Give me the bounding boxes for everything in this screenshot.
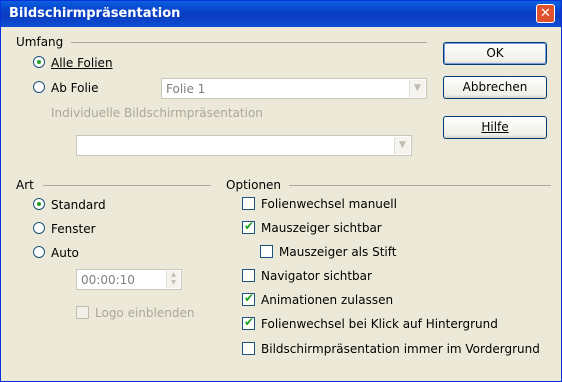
- option-checkbox-folienwechsel-klick[interactable]: ✔: [242, 315, 255, 330]
- logo-label: Logo einblenden: [95, 306, 195, 320]
- pause-duration-field[interactable]: 00:00:10 ▲ ▼: [76, 269, 182, 290]
- art-separator: [43, 185, 211, 186]
- radio-selected-dot: [37, 60, 41, 64]
- title-bar[interactable]: Bildschirmpräsentation ✕: [1, 1, 561, 27]
- option-checkbox-immer-im-vordergrund[interactable]: [242, 342, 255, 355]
- ab-folie-label[interactable]: Ab Folie: [51, 81, 99, 95]
- radio-fenster[interactable]: [33, 222, 45, 234]
- art-group-label: Art: [16, 178, 34, 192]
- logo-checkbox[interactable]: [76, 306, 89, 319]
- checkmark-icon: ✔: [244, 315, 255, 329]
- option-label-folienwechsel-klick[interactable]: Folienwechsel bei Klick auf Hintergrund: [261, 317, 498, 331]
- option-checkbox-folienwechsel-manuell[interactable]: [242, 197, 255, 210]
- fenster-label[interactable]: Fenster: [51, 222, 96, 236]
- standard-label[interactable]: Standard: [51, 198, 106, 212]
- option-checkbox-mauszeiger-als-stift[interactable]: [260, 245, 273, 258]
- option-label-navigator-sichtbar[interactable]: Navigator sichtbar: [261, 269, 372, 283]
- ab-folie-value: Folie 1: [166, 82, 206, 96]
- optionen-group-label: Optionen: [226, 178, 282, 192]
- umfang-separator: [71, 42, 427, 43]
- radio-auto[interactable]: [33, 246, 45, 258]
- umfang-group-label: Umfang: [16, 35, 64, 49]
- checkmark-icon: ✔: [244, 291, 255, 305]
- chevron-down-icon[interactable]: ▼: [394, 137, 410, 154]
- individuell-label: Individuelle Bildschirmpräsentation: [51, 106, 263, 120]
- option-label-immer-im-vordergrund[interactable]: Bildschirmpräsentation immer im Vordergr…: [261, 342, 540, 356]
- dialog-content: Umfang Alle Folien Ab Folie Folie 1 ▼ In…: [1, 27, 561, 381]
- radio-selected-dot: [37, 202, 41, 206]
- help-button-label: Hilfe: [481, 120, 509, 134]
- help-button[interactable]: Hilfe: [443, 116, 547, 139]
- option-label-folienwechsel-manuell[interactable]: Folienwechsel manuell: [261, 197, 397, 211]
- ok-button[interactable]: OK: [443, 42, 547, 65]
- chevron-down-icon[interactable]: ▼: [409, 80, 425, 97]
- radio-alle-folien[interactable]: [33, 56, 45, 68]
- alle-folien-text: Alle Folien: [51, 56, 113, 70]
- option-label-animationen-zulassen[interactable]: Animationen zulassen: [261, 293, 393, 307]
- radio-standard[interactable]: [33, 198, 45, 210]
- option-checkbox-mauszeiger-sichtbar[interactable]: ✔: [242, 219, 255, 234]
- option-checkbox-animationen-zulassen[interactable]: ✔: [242, 291, 255, 306]
- pause-duration-value: 00:00:10: [81, 273, 135, 287]
- optionen-separator: [289, 185, 551, 186]
- auto-label[interactable]: Auto: [51, 246, 79, 260]
- option-label-mauszeiger-als-stift[interactable]: Mauszeiger als Stift: [279, 245, 396, 259]
- checkmark-icon: ✔: [244, 219, 255, 233]
- presentation-dialog: Bildschirmpräsentation ✕ Umfang Alle Fol…: [0, 0, 562, 382]
- ab-folie-dropdown[interactable]: Folie 1 ▼: [161, 78, 427, 99]
- radio-ab-folie[interactable]: [33, 81, 45, 93]
- dialog-title: Bildschirmpräsentation: [9, 6, 181, 21]
- cancel-button[interactable]: Abbrechen: [443, 76, 547, 99]
- option-label-mauszeiger-sichtbar[interactable]: Mauszeiger sichtbar: [261, 221, 382, 235]
- individuell-dropdown[interactable]: ▼: [76, 135, 412, 156]
- close-icon[interactable]: ✕: [536, 4, 555, 23]
- alle-folien-label[interactable]: Alle Folien: [51, 56, 113, 70]
- option-checkbox-navigator-sichtbar[interactable]: [242, 269, 255, 282]
- spin-arrows-icon[interactable]: ▲ ▼: [166, 271, 180, 288]
